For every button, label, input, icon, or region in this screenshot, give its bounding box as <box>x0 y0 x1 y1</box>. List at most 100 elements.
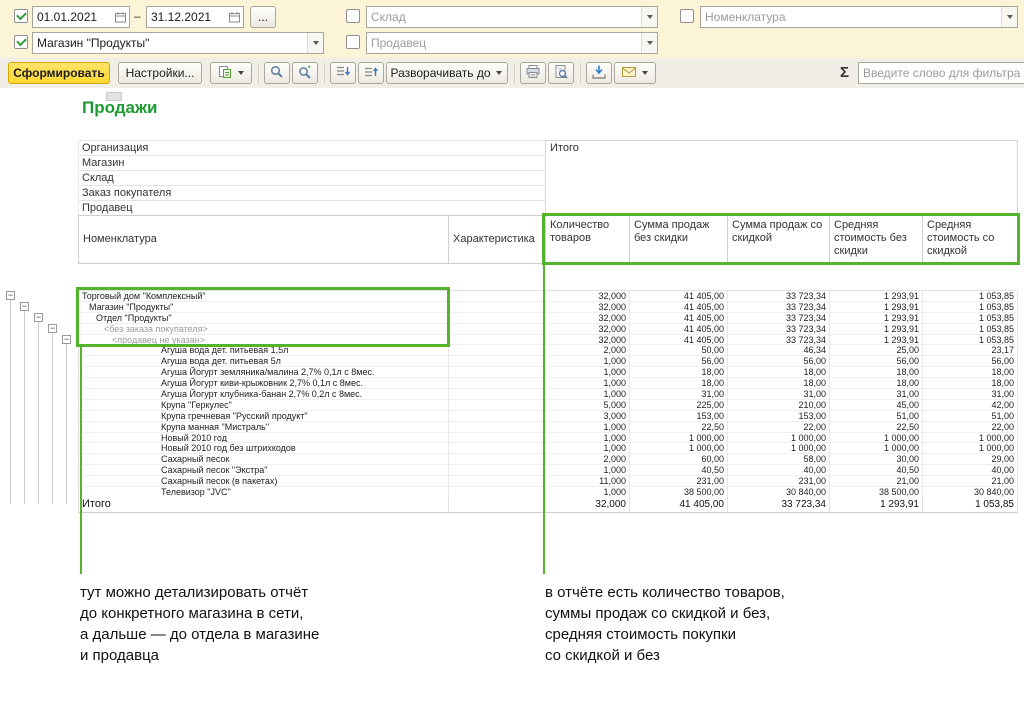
table-row[interactable]: Агуша Йогурт клубника-банан 2,7% 0,2л с … <box>79 389 1018 400</box>
period-more-button[interactable]: ... <box>250 6 276 28</box>
chevron-down-icon[interactable] <box>307 33 323 53</box>
row-characteristic-cell <box>449 400 546 411</box>
column-header[interactable]: Характеристика <box>449 216 546 263</box>
tree-rail <box>38 322 39 504</box>
row-value-cell: 40,00 <box>923 465 1018 476</box>
print-button[interactable] <box>520 62 546 84</box>
row-value-cell: 153,00 <box>630 411 728 422</box>
autosum-button[interactable]: Σ <box>840 64 849 81</box>
row-value-cell: 22,50 <box>830 422 923 433</box>
table-row[interactable]: Сахарный песок2,00060,0058,0030,0029,00 <box>79 454 1018 465</box>
totals-header-cell[interactable]: Итого <box>545 140 1018 215</box>
table-row[interactable]: Сахарный песок "Экстра"1,00040,5040,0040… <box>79 465 1018 476</box>
table-row[interactable]: Новый 2010 год1,0001 000,001 000,001 000… <box>79 433 1018 444</box>
tree-collapse-box[interactable]: − <box>62 335 71 344</box>
table-row[interactable]: Агуша Йогурт киви-крыжовник 2,7% 0,1л с … <box>79 378 1018 389</box>
row-characteristic-cell <box>449 345 546 356</box>
dimension-row[interactable]: Магазин <box>79 156 545 171</box>
table-row[interactable]: Крупа манная "Мистраль"1,00022,5022,0022… <box>79 422 1018 433</box>
dimension-row[interactable]: Организация <box>79 141 545 156</box>
search-icon <box>269 64 285 83</box>
send-mail-button[interactable] <box>614 62 656 84</box>
generate-button[interactable]: Сформировать <box>8 62 110 84</box>
period-checkbox[interactable] <box>14 9 28 23</box>
table-row[interactable]: Новый 2010 год без штрихкодов1,0001 000,… <box>79 443 1018 454</box>
chevron-down-icon[interactable] <box>641 7 657 27</box>
nomenclature-combo[interactable] <box>700 6 1018 28</box>
store-combo[interactable] <box>32 32 324 54</box>
row-value-cell: 3,000 <box>546 411 630 422</box>
tree-collapse-box[interactable]: − <box>20 302 29 311</box>
print-preview-button[interactable] <box>548 62 574 84</box>
quick-filter-input[interactable] <box>859 66 1024 80</box>
column-header[interactable]: Сумма продаж со скидкой <box>728 216 830 263</box>
row-value-cell: 1 293,91 <box>830 313 923 324</box>
column-header[interactable]: Средняя стоимость без скидки <box>830 216 923 263</box>
table-row[interactable]: Крупа гречневая "Русский продукт" 3,00015… <box>79 411 1018 422</box>
table-row[interactable]: <продавец не указан>32,00041 405,0033 72… <box>79 335 1018 346</box>
row-characteristic-cell <box>449 476 546 487</box>
tree-rail <box>52 333 53 504</box>
row-value-cell: 32,000 <box>546 313 630 324</box>
tree-rail <box>66 344 67 504</box>
table-row[interactable]: Крупа "Геркулес"5,000225,00210,0045,0042… <box>79 400 1018 411</box>
date-from-field[interactable] <box>32 6 130 28</box>
expand-groups-button[interactable] <box>358 62 384 84</box>
settings-button[interactable]: Настройки... <box>118 62 202 84</box>
report-variant-button[interactable] <box>210 62 252 84</box>
chevron-down-icon[interactable] <box>1001 7 1017 27</box>
find-next-button[interactable] <box>292 62 318 84</box>
chevron-down-icon[interactable] <box>641 33 657 53</box>
tree-collapse-box[interactable]: − <box>48 324 57 333</box>
table-row[interactable]: Отдел "Продукты"32,00041 405,0033 723,34… <box>79 313 1018 324</box>
warehouse-checkbox[interactable] <box>346 9 360 23</box>
dimension-row[interactable]: Заказ покупателя <box>79 186 545 201</box>
find-button[interactable] <box>264 62 290 84</box>
expand-to-button[interactable]: Разворачивать до <box>386 62 508 84</box>
row-value-cell: 1,000 <box>546 389 630 400</box>
table-row[interactable]: Агуша Йогурт земляника/малина 2,7% 0,1л … <box>79 367 1018 378</box>
calendar-icon[interactable] <box>225 7 243 27</box>
total-value-cell: 32,000 <box>546 497 630 512</box>
table-row[interactable]: Агуша вода дет. питьевая 1,5л2,00050,004… <box>79 345 1018 356</box>
seller-checkbox[interactable] <box>346 35 360 49</box>
save-button[interactable] <box>586 62 612 84</box>
table-row[interactable]: Торговый дом "Комплексный"32,00041 405,0… <box>79 291 1018 302</box>
column-header[interactable]: Сумма продаж без скидки <box>630 216 728 263</box>
tree-collapse-box[interactable]: − <box>6 291 15 300</box>
warehouse-combo[interactable] <box>366 6 658 28</box>
table-row[interactable]: <без заказа покупателя>32,00041 405,0033… <box>79 324 1018 335</box>
nomenclature-input[interactable] <box>701 10 1001 24</box>
date-to-field[interactable] <box>146 6 244 28</box>
table-row[interactable]: Сахарный песок (в пакетах)11,000231,0023… <box>79 476 1018 487</box>
tree-collapse-box[interactable]: − <box>34 313 43 322</box>
row-value-cell: 58,00 <box>728 454 830 465</box>
toolbar-separator <box>580 63 581 83</box>
collapse-groups-button[interactable] <box>330 62 356 84</box>
warehouse-input[interactable] <box>367 10 641 24</box>
save-download-icon <box>591 64 607 83</box>
calendar-icon[interactable] <box>111 7 129 27</box>
date-from-input[interactable] <box>33 10 111 24</box>
store-checkbox[interactable] <box>14 35 28 49</box>
row-value-cell: 1 053,85 <box>923 291 1018 302</box>
row-characteristic-cell <box>449 335 546 346</box>
nomenclature-checkbox[interactable] <box>680 9 694 23</box>
row-label: Отдел "Продукты" <box>79 313 449 324</box>
row-label: Крупа гречневая "Русский продукт" <box>79 411 449 422</box>
row-value-cell: 32,000 <box>546 335 630 346</box>
column-header[interactable]: Номенклатура <box>79 216 449 263</box>
row-value-cell: 31,00 <box>923 389 1018 400</box>
grand-total-row[interactable]: Итого 32,000 41 405,00 33 723,34 1 293,9… <box>78 497 1018 513</box>
column-header[interactable]: Количество товаров <box>546 216 630 263</box>
seller-input[interactable] <box>367 36 641 50</box>
dimension-row[interactable]: Продавец <box>79 201 545 216</box>
column-header[interactable]: Средняя стоимость со скидкой <box>923 216 1018 263</box>
table-row[interactable]: Агуша вода дет. питьевая 5л1,00056,0056,… <box>79 356 1018 367</box>
date-to-input[interactable] <box>147 10 225 24</box>
quick-filter-field[interactable] <box>858 62 1024 84</box>
dimension-row[interactable]: Склад <box>79 171 545 186</box>
store-input[interactable] <box>33 36 307 50</box>
table-row[interactable]: Магазин "Продукты"32,00041 405,0033 723,… <box>79 302 1018 313</box>
seller-combo[interactable] <box>366 32 658 54</box>
